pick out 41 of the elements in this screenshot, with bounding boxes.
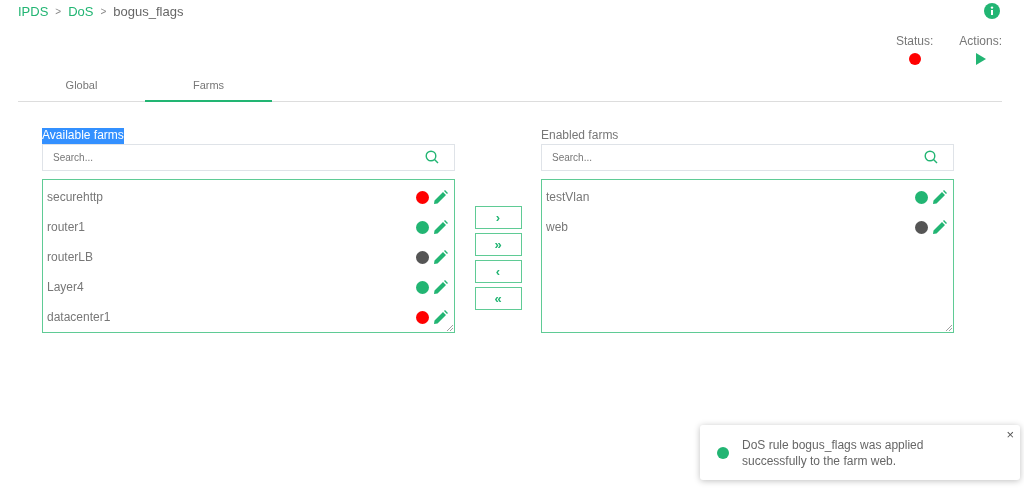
move-button[interactable]: › <box>474 206 522 229</box>
play-icon[interactable] <box>975 53 986 65</box>
close-button[interactable]: × <box>1006 427 1014 442</box>
breadcrumb-link[interactable]: IPDS <box>18 3 49 19</box>
farm-name[interactable]: routerLB <box>47 250 412 264</box>
breadcrumb-separator: > <box>100 5 107 17</box>
list-title: Available farms <box>42 128 124 144</box>
search-field[interactable]: Search... <box>541 144 954 171</box>
farm-name[interactable]: securehttp <box>47 190 412 204</box>
farm-name[interactable]: datacenter1 <box>47 310 412 324</box>
farm-name[interactable]: testVlan <box>546 190 911 204</box>
search-icon[interactable] <box>425 150 439 164</box>
pencil-icon[interactable] <box>433 219 448 235</box>
farm-list[interactable]: securehttp router1 routerLB Layer4 datacenter1 <box>42 179 455 333</box>
farm-name[interactable]: Layer4 <box>47 280 412 294</box>
info-icon[interactable] <box>984 3 1000 19</box>
resize-grip-icon[interactable] <box>945 324 952 331</box>
tab[interactable]: Global <box>18 69 145 102</box>
search-icon[interactable] <box>924 150 938 164</box>
pencil-icon[interactable] <box>433 249 448 265</box>
farm-name[interactable]: web <box>546 220 911 234</box>
farm-list[interactable]: testVlan web <box>541 179 954 333</box>
pencil-icon[interactable] <box>433 309 448 325</box>
farm-name[interactable]: router1 <box>47 220 412 234</box>
breadcrumb-current: bogus_flags <box>113 3 184 19</box>
move-button[interactable]: ‹ <box>474 260 522 283</box>
tab[interactable]: Farms <box>145 69 272 102</box>
move-button[interactable]: » <box>474 233 522 256</box>
resize-grip-icon[interactable] <box>446 324 453 331</box>
pencil-icon[interactable] <box>433 279 448 295</box>
move-button[interactable]: « <box>474 287 522 310</box>
actions-label: Actions: <box>959 34 1002 48</box>
breadcrumb-separator: > <box>55 5 62 17</box>
pencil-icon[interactable] <box>932 219 947 235</box>
list-title: Enabled farms <box>541 128 619 144</box>
status-label: Status: <box>895 34 934 48</box>
pencil-icon[interactable] <box>433 189 448 205</box>
notification-message: DoS rule bogus_flags was applied successfully to the farm web. <box>742 436 925 469</box>
breadcrumb-link[interactable]: DoS <box>68 3 94 19</box>
search-field[interactable]: Search... <box>42 144 455 171</box>
pencil-icon[interactable] <box>932 189 947 205</box>
